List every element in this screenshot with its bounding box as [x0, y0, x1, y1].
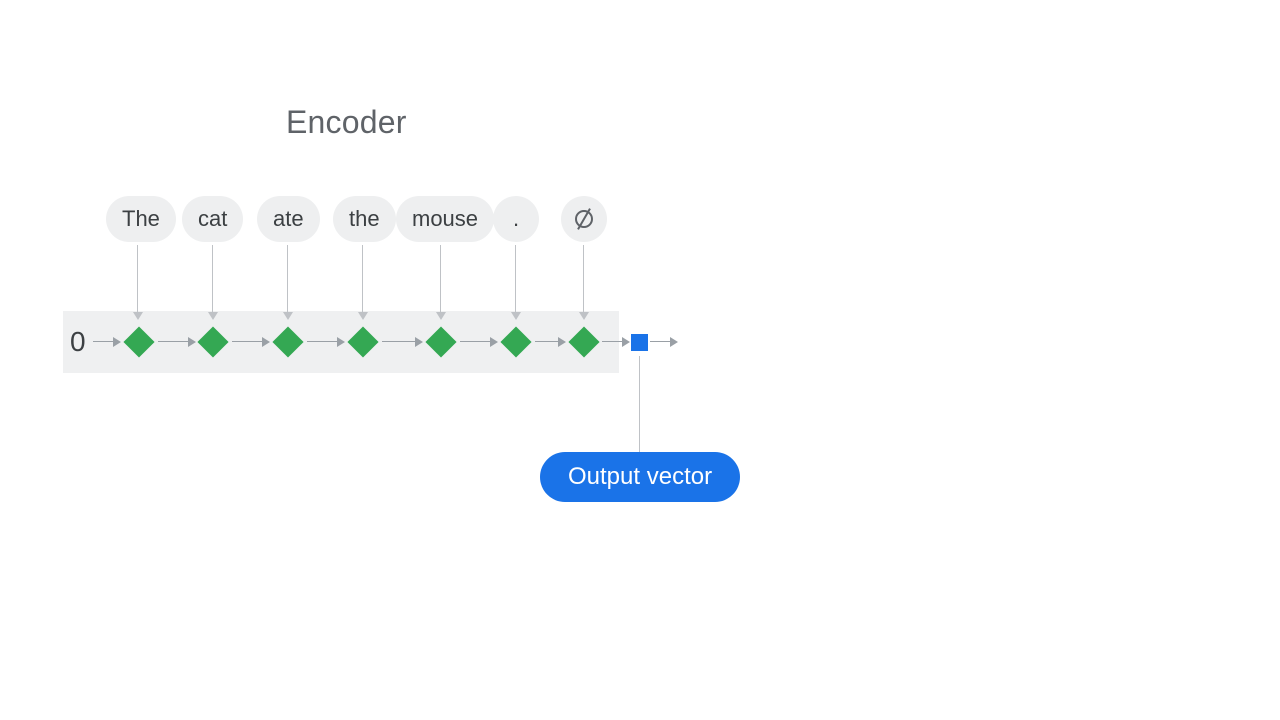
input-arrow	[436, 245, 446, 320]
input-arrow	[283, 245, 293, 320]
encoder-diagram: Encoder 0 The cat ate the mouse . Output…	[0, 0, 1280, 720]
token-text: .	[513, 206, 519, 232]
token-text: The	[122, 206, 160, 232]
state-arrow	[650, 337, 678, 347]
input-arrow	[208, 245, 218, 320]
token-pill: .	[493, 196, 539, 242]
initial-state-label: 0	[70, 326, 86, 358]
token-pill-end	[561, 196, 607, 242]
token-text: the	[349, 206, 380, 232]
output-state-node	[631, 334, 648, 351]
token-pill: ate	[257, 196, 320, 242]
input-arrow	[133, 245, 143, 320]
input-arrow	[358, 245, 368, 320]
token-text: mouse	[412, 206, 478, 232]
output-connector	[639, 356, 640, 452]
token-pill: mouse	[396, 196, 494, 242]
token-pill: cat	[182, 196, 243, 242]
diagram-title: Encoder	[286, 104, 407, 141]
state-arrow	[93, 337, 121, 347]
state-arrow	[382, 337, 423, 347]
input-arrow	[579, 245, 589, 320]
token-text: ate	[273, 206, 304, 232]
state-arrow	[158, 337, 196, 347]
input-arrow	[511, 245, 521, 320]
state-arrow	[232, 337, 270, 347]
state-arrow	[307, 337, 345, 347]
token-pill: The	[106, 196, 176, 242]
state-arrow	[535, 337, 566, 347]
state-arrow	[460, 337, 498, 347]
output-vector-pill: Output vector	[540, 452, 740, 502]
token-pill: the	[333, 196, 396, 242]
empty-set-icon	[575, 210, 593, 228]
token-text: cat	[198, 206, 227, 232]
output-vector-label: Output vector	[568, 463, 712, 491]
state-arrow	[602, 337, 630, 347]
